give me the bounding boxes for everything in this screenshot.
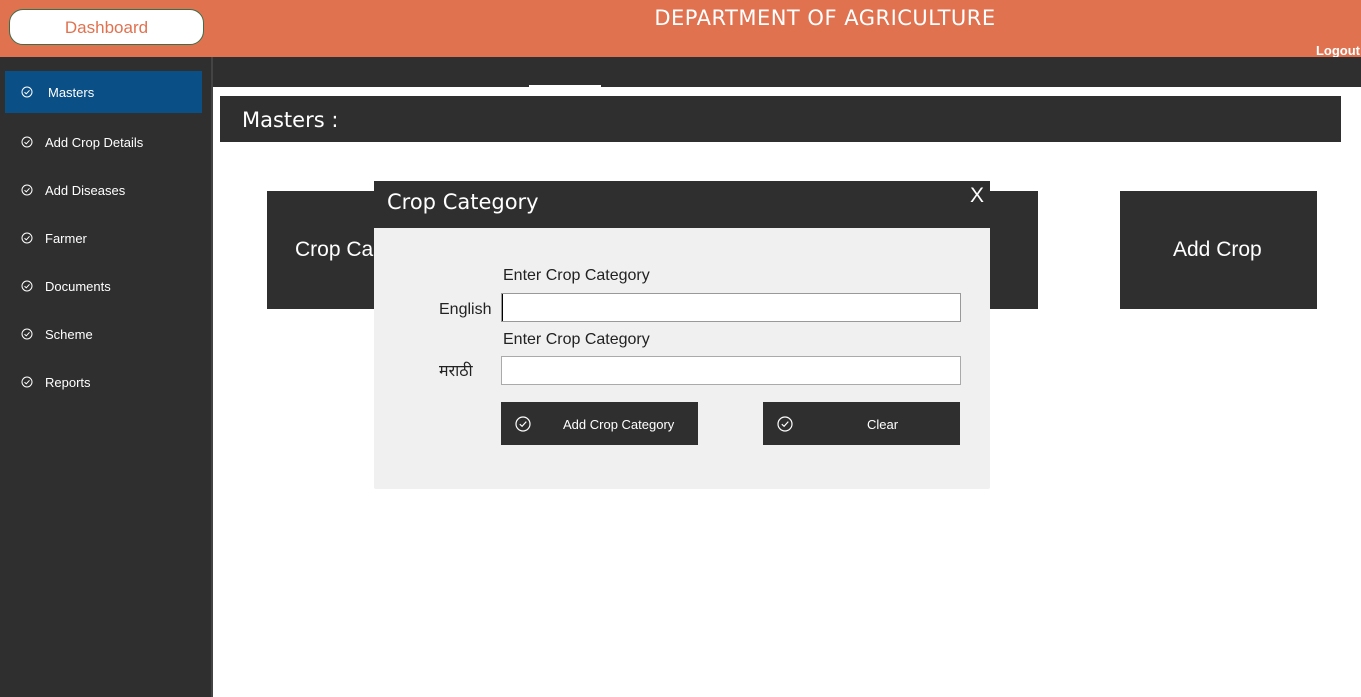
check-circle-icon [21, 328, 33, 340]
close-button[interactable]: X [970, 184, 984, 208]
marathi-field-caption: Enter Crop Category [503, 331, 650, 348]
dashboard-button[interactable]: Dashboard [9, 9, 204, 45]
app-header: Dashboard DEPARTMENT OF AGRICULTURE Logo… [0, 0, 1361, 58]
button-label: Clear [867, 417, 899, 432]
tab-indicator [529, 85, 601, 87]
check-circle-icon [21, 184, 33, 196]
sidebar-item-farmer[interactable]: Farmer [5, 217, 202, 259]
check-circle-icon [21, 376, 33, 388]
sidebar-item-label: Farmer [45, 231, 87, 246]
sidebar-item-add-diseases[interactable]: Add Diseases [5, 169, 202, 211]
logout-link[interactable]: Logout [1316, 43, 1360, 58]
top-nav-bar [213, 57, 1361, 87]
english-category-input[interactable] [501, 293, 961, 322]
check-circle-icon [777, 416, 793, 432]
sidebar-item-add-crop-details[interactable]: Add Crop Details [5, 121, 202, 163]
sidebar-item-label: Reports [45, 375, 91, 390]
english-field-label: English [439, 301, 492, 318]
section-heading-bar: Masters : [220, 96, 1341, 142]
page-title: DEPARTMENT OF AGRICULTURE [654, 6, 996, 30]
marathi-field-label: मराठी [439, 363, 473, 380]
check-circle-icon [21, 136, 33, 148]
tile-label: Crop Ca [295, 238, 374, 261]
crop-category-dialog: Crop Category X Enter Crop Category Engl… [374, 181, 990, 489]
add-crop-tile[interactable]: Add Crop [1120, 191, 1317, 309]
section-heading: Masters : [242, 108, 339, 132]
sidebar-item-masters[interactable]: Masters [5, 71, 202, 113]
sidebar-item-reports[interactable]: Reports [5, 361, 202, 403]
check-circle-icon [21, 232, 33, 244]
marathi-category-input[interactable] [501, 356, 961, 385]
sidebar-item-label: Documents [45, 279, 111, 294]
clear-button[interactable]: Clear [763, 402, 960, 445]
sidebar-item-documents[interactable]: Documents [5, 265, 202, 307]
tile-label: Add Crop [1173, 238, 1262, 261]
check-circle-icon [21, 280, 33, 292]
check-circle-icon [21, 86, 33, 98]
button-label: Add Crop Category [563, 417, 675, 432]
dialog-title: Crop Category [387, 190, 539, 214]
sidebar: Masters Add Crop Details Add Diseases Fa… [0, 57, 213, 697]
check-circle-icon [515, 416, 531, 432]
sidebar-item-scheme[interactable]: Scheme [5, 313, 202, 355]
sidebar-item-label: Masters [48, 85, 95, 100]
add-crop-category-button[interactable]: Add Crop Category [501, 402, 698, 445]
dialog-header: Crop Category X [374, 181, 990, 228]
sidebar-item-label: Add Crop Details [45, 135, 144, 150]
english-field-caption: Enter Crop Category [503, 267, 650, 284]
sidebar-item-label: Add Diseases [45, 183, 126, 198]
sidebar-item-label: Scheme [45, 327, 93, 342]
